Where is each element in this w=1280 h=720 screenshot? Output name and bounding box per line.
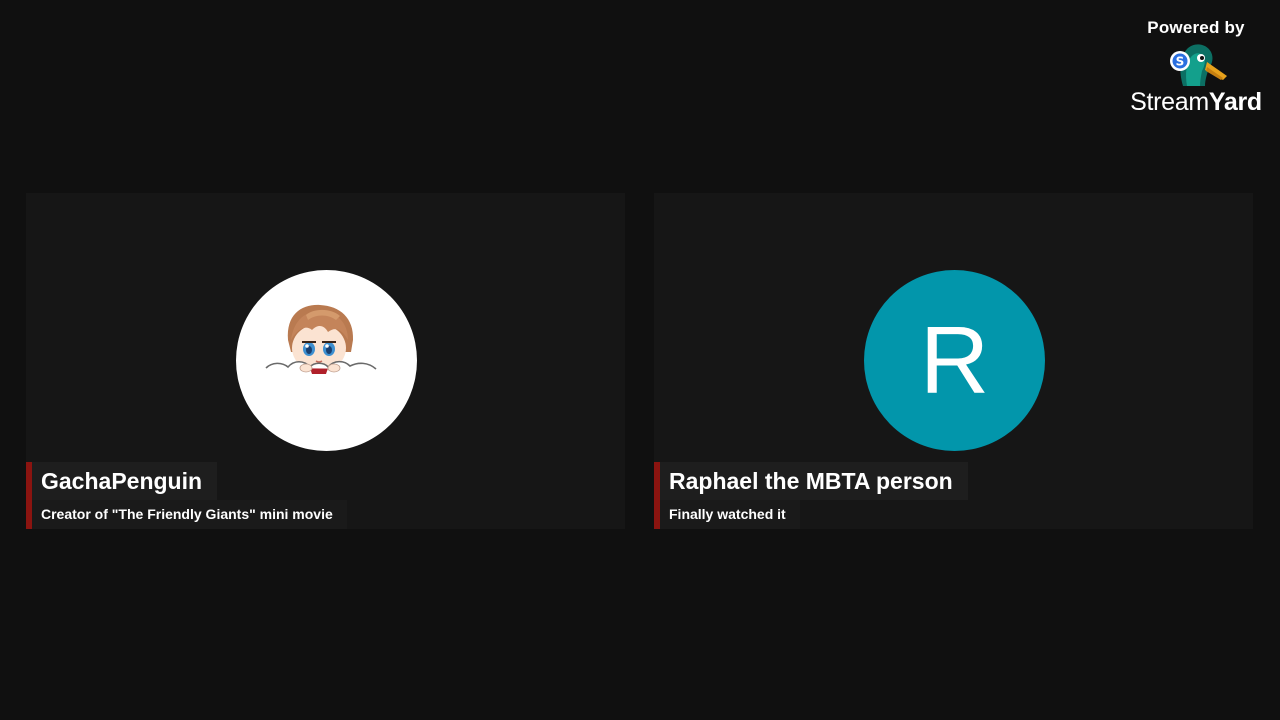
participant-tile-raphael: R Raphael the MBTA person Finally watche…: [654, 193, 1253, 529]
duck-mascot-icon: S: [1170, 44, 1227, 86]
wordmark-yard: Yard: [1208, 88, 1262, 116]
broadcast-stage: Powered by S StreamYard GachaPenguin Cre…: [0, 0, 1280, 720]
participant-name: Raphael the MBTA person: [660, 462, 968, 500]
participant-caption: Creator of "The Friendly Giants" mini mo…: [32, 500, 347, 529]
powered-by-text: Powered by: [1147, 18, 1245, 37]
anime-character-avatar-icon: [265, 304, 377, 374]
participant-name: GachaPenguin: [32, 462, 218, 500]
streamyard-branding: Powered by S StreamYard: [1118, 14, 1274, 134]
svg-text:S: S: [1176, 55, 1185, 69]
streamyard-wordmark: StreamYard: [1118, 90, 1274, 115]
wordmark-stream: Stream: [1130, 88, 1209, 116]
avatar: R: [864, 270, 1045, 451]
participant-tile-gachapenguin: GachaPenguin Creator of "The Friendly Gi…: [26, 193, 625, 529]
avatar: [236, 270, 417, 451]
participant-caption: Finally watched it: [660, 500, 800, 529]
